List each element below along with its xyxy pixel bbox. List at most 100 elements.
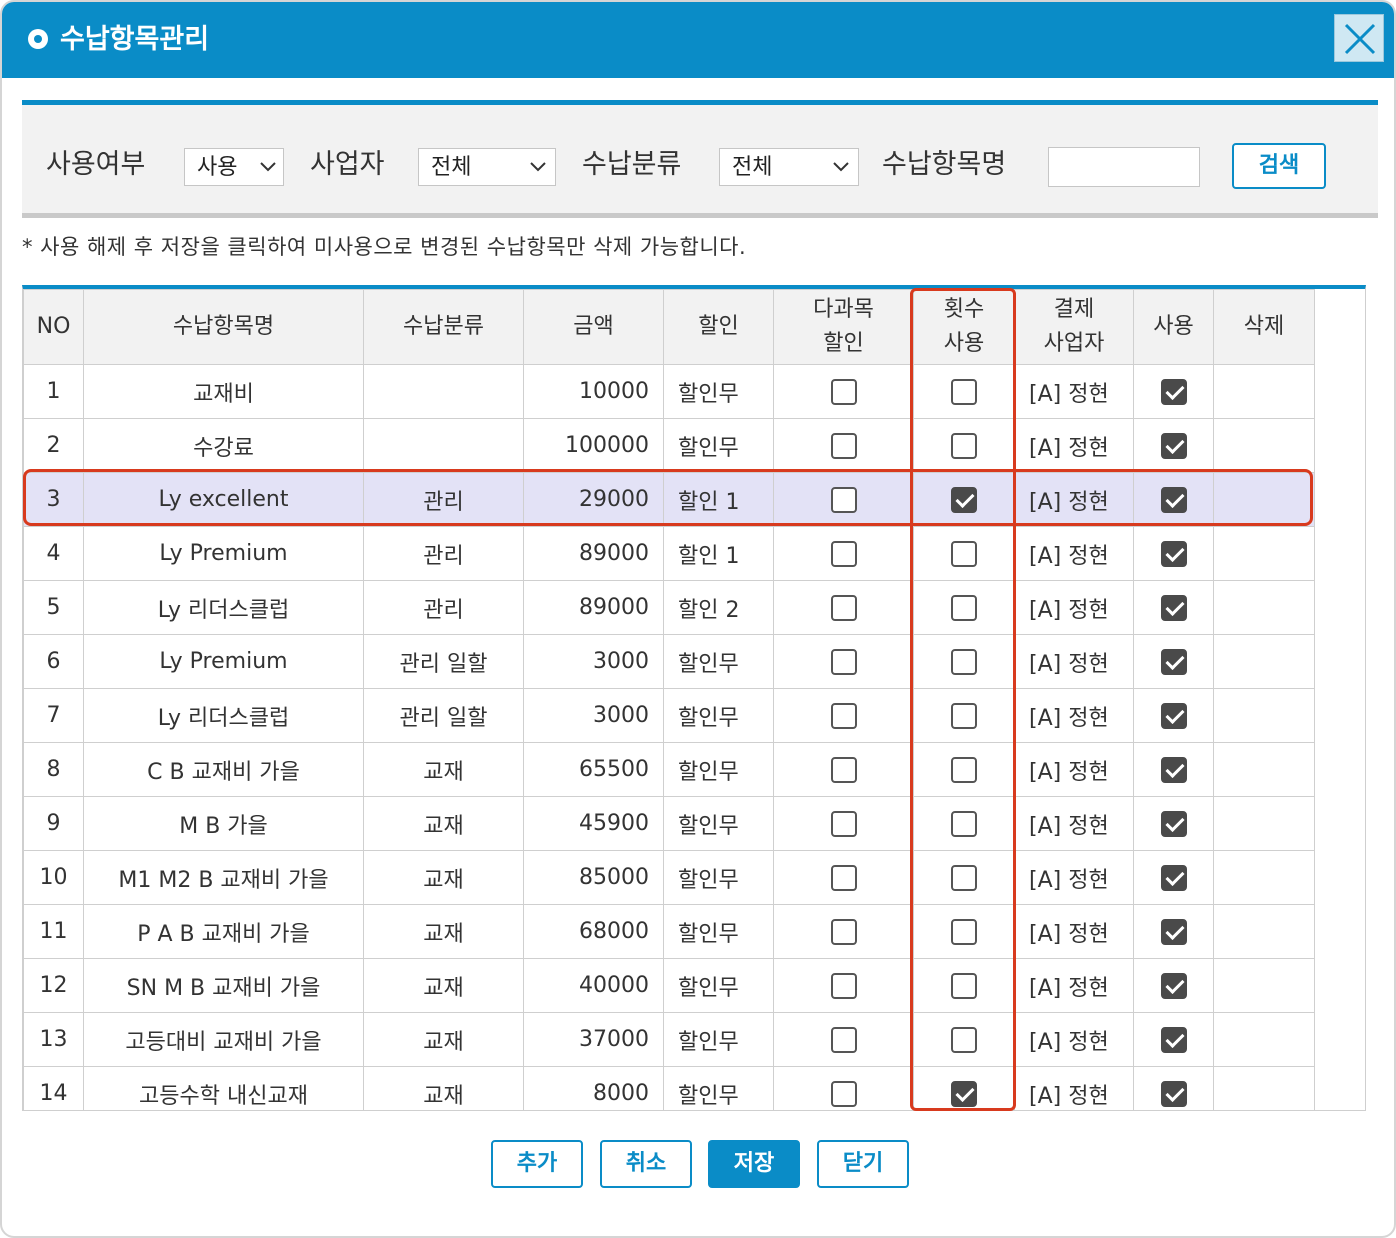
col-header-no[interactable]: NO	[23, 289, 84, 365]
count-use-checkbox[interactable]	[951, 1080, 977, 1107]
multi-discount-checkbox[interactable]	[830, 972, 857, 999]
search-button[interactable]: 검색	[1232, 143, 1326, 189]
count-use-checkbox[interactable]	[951, 648, 977, 675]
col-header-category[interactable]: 수납분류	[363, 289, 524, 365]
use-checkbox[interactable]	[1160, 378, 1187, 405]
count-use-checkbox[interactable]	[951, 972, 977, 999]
use-checkbox[interactable]	[1160, 432, 1187, 459]
multi-discount-checkbox[interactable]	[830, 594, 857, 621]
cell-no: 3	[23, 472, 84, 527]
use-checkbox[interactable]	[1160, 864, 1187, 891]
count-use-cell	[913, 742, 1015, 797]
count-use-checkbox[interactable]	[951, 702, 977, 729]
multi-discount-checkbox[interactable]	[830, 702, 857, 729]
table-row[interactable]: 3 Ly excellent 관리 29000 할인 1 [A] 정현	[23, 472, 1315, 527]
col-header-pay-biz-line1: 결제	[1053, 297, 1095, 322]
count-use-checkbox[interactable]	[951, 918, 977, 945]
delete-notice: * 사용 해제 후 저장을 클릭하여 미사용으로 변경된 수납항목만 삭제 가능…	[22, 235, 747, 259]
table-row[interactable]: 7 Ly 리더스클럽 관리 일할 3000 할인무 [A] 정현	[23, 688, 1315, 743]
multi-discount-checkbox[interactable]	[830, 486, 857, 513]
cell-pay-biz: [A] 정현	[1014, 580, 1134, 635]
cell-discount: 할인무	[663, 688, 774, 743]
use-checkbox[interactable]	[1160, 1026, 1187, 1053]
use-filter-select[interactable]: 사용	[184, 148, 284, 186]
table-row[interactable]: 9M B 가을 교재 45900 할인무 [A] 정현	[23, 796, 1315, 851]
use-checkbox[interactable]	[1160, 648, 1187, 675]
use-checkbox[interactable]	[1160, 756, 1187, 783]
col-header-count-use[interactable]: 횟수 사용	[913, 289, 1015, 365]
use-checkbox[interactable]	[1160, 972, 1187, 999]
count-use-checkbox[interactable]	[951, 594, 977, 621]
use-checkbox[interactable]	[1160, 810, 1187, 837]
multi-discount-checkbox[interactable]	[830, 540, 857, 567]
multi-discount-checkbox[interactable]	[830, 1026, 857, 1053]
count-use-checkbox[interactable]	[951, 1026, 977, 1053]
multi-discount-checkbox[interactable]	[830, 756, 857, 783]
add-button[interactable]: 추가	[491, 1140, 583, 1188]
biz-filter-select[interactable]: 전체	[418, 148, 556, 186]
use-checkbox[interactable]	[1160, 702, 1187, 729]
count-use-checkbox[interactable]	[951, 540, 977, 567]
use-checkbox[interactable]	[1160, 540, 1187, 567]
cell-category: 교재	[363, 958, 524, 1013]
close-dialog-button[interactable]: 닫기	[817, 1140, 909, 1188]
cell-name: SN M B 교재비 가을	[83, 958, 364, 1013]
table-row[interactable]: 12 SN M B 교재비 가을 교재 40000 할인무 [A] 정현	[23, 958, 1315, 1013]
table-row[interactable]: 4 Ly Premium 관리 89000 할인 1 [A] 정현	[23, 526, 1315, 581]
multi-discount-cell	[773, 364, 914, 419]
cell-pay-biz: [A] 정현	[1014, 472, 1134, 527]
cancel-button[interactable]: 취소	[600, 1140, 692, 1188]
count-use-checkbox[interactable]	[951, 810, 977, 837]
cell-amount: 3000	[523, 634, 664, 689]
multi-discount-checkbox[interactable]	[830, 918, 857, 945]
table-row[interactable]: 8C B 교재비 가을 교재 65500 할인무 [A] 정현	[23, 742, 1315, 797]
category-filter-label: 수납분류	[582, 149, 682, 180]
col-header-amount[interactable]: 금액	[523, 289, 664, 365]
use-cell	[1133, 904, 1214, 959]
use-checkbox[interactable]	[1160, 594, 1187, 621]
col-header-pay-biz[interactable]: 결제사업자	[1014, 289, 1134, 365]
use-checkbox[interactable]	[1160, 918, 1187, 945]
multi-discount-checkbox[interactable]	[830, 864, 857, 891]
count-use-checkbox[interactable]	[951, 432, 977, 459]
table-row[interactable]: 1 교재비 10000 할인무 [A] 정현	[23, 364, 1315, 419]
table-row[interactable]: 5 Ly 리더스클럽 관리 89000 할인 2 [A] 정현	[23, 580, 1315, 635]
count-use-checkbox[interactable]	[951, 378, 977, 405]
multi-discount-checkbox[interactable]	[830, 1080, 857, 1107]
col-header-multi-discount[interactable]: 다과목 할인	[773, 289, 914, 365]
cell-pay-biz: [A] 정현	[1014, 958, 1134, 1013]
cell-no: 2	[23, 418, 84, 473]
cell-delete	[1213, 472, 1315, 527]
table-row[interactable]: 6 Ly Premium 관리 일할 3000 할인무 [A] 정현	[23, 634, 1315, 689]
cell-name: 고등수학 내신교재	[83, 1066, 364, 1110]
cell-amount: 10000	[523, 364, 664, 419]
item-name-input[interactable]	[1048, 147, 1200, 187]
table-row[interactable]: 10 M1 M2 B 교재비 가을 교재 85000 할인무 [A] 정현	[23, 850, 1315, 905]
multi-discount-checkbox[interactable]	[830, 810, 857, 837]
multi-discount-checkbox[interactable]	[830, 432, 857, 459]
count-use-checkbox[interactable]	[951, 756, 977, 783]
table-row[interactable]: 2 수강료 100000 할인무 [A] 정현	[23, 418, 1315, 473]
save-button[interactable]: 저장	[708, 1140, 800, 1188]
table-row[interactable]: 13 고등대비 교재비 가을 교재 37000 할인무 [A] 정현	[23, 1012, 1315, 1067]
multi-discount-checkbox[interactable]	[830, 378, 857, 405]
col-header-name[interactable]: 수납항목명	[83, 289, 364, 365]
table-row[interactable]: 11 P A B 교재비 가을 교재 68000 할인무 [A] 정현	[23, 904, 1315, 959]
table-row[interactable]: 14 고등수학 내신교재 교재 8000 할인무 [A] 정현	[23, 1066, 1315, 1110]
cell-no: 10	[23, 850, 84, 905]
col-header-pay-biz-line2: 사업자	[1043, 331, 1105, 356]
cell-name: 수강료	[83, 418, 364, 473]
col-header-use[interactable]: 사용	[1133, 289, 1214, 365]
category-filter-select[interactable]: 전체	[719, 148, 859, 186]
count-use-checkbox[interactable]	[951, 864, 977, 891]
multi-discount-checkbox[interactable]	[830, 648, 857, 675]
cell-category: 관리	[363, 580, 524, 635]
cell-pay-biz: [A] 정현	[1014, 526, 1134, 581]
cell-amount: 68000	[523, 904, 664, 959]
close-button[interactable]	[1334, 14, 1384, 62]
use-checkbox[interactable]	[1160, 486, 1187, 513]
col-header-discount[interactable]: 할인	[663, 289, 774, 365]
use-checkbox[interactable]	[1160, 1080, 1187, 1107]
count-use-checkbox[interactable]	[951, 486, 977, 513]
col-header-delete[interactable]: 삭제	[1213, 289, 1315, 365]
